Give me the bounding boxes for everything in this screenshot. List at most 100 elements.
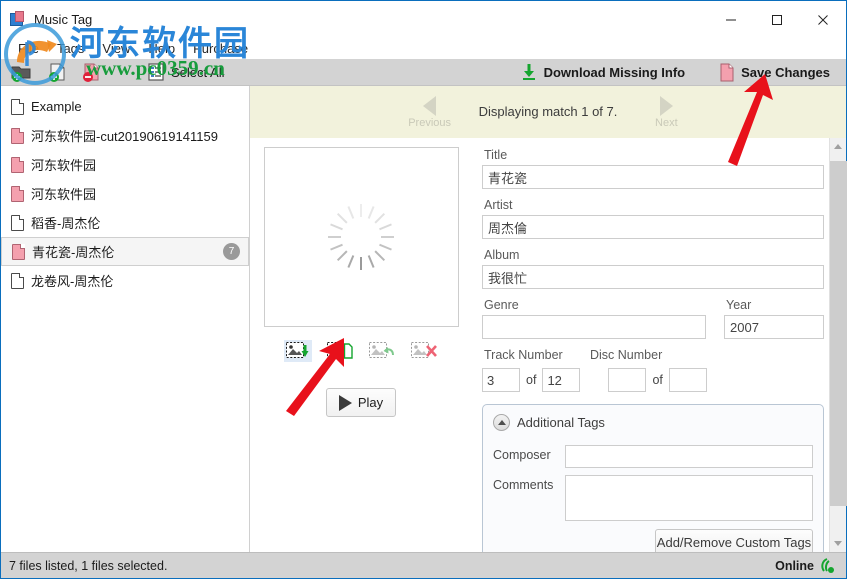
year-input[interactable] <box>724 315 824 339</box>
scrollbar-track[interactable] <box>829 155 847 535</box>
save-art-to-file-button[interactable] <box>326 340 354 362</box>
select-all-label: Select All <box>171 64 225 80</box>
number-inputs-row: of of <box>482 368 824 392</box>
add-file-icon <box>49 63 65 82</box>
toolbar: Select All Download Missing Info Save Ch… <box>1 59 846 86</box>
menu-purchase[interactable]: Purchase <box>184 38 257 59</box>
download-missing-info-button[interactable]: Download Missing Info <box>518 60 688 84</box>
play-icon <box>338 394 352 411</box>
list-item-label: 河东软件园 <box>31 187 97 202</box>
album-art-column: Play <box>250 138 472 552</box>
previous-match-button[interactable]: Previous <box>393 95 467 129</box>
album-label: Album <box>484 248 520 262</box>
disc-number-label: Disc Number <box>590 348 663 362</box>
composer-row: Composer <box>493 445 813 468</box>
details-pane: Previous Displaying match 1 of 7. Next P… <box>250 86 847 552</box>
remove-file-button[interactable] <box>79 60 103 84</box>
comments-row: Comments <box>493 475 813 521</box>
album-art-box[interactable] <box>263 147 459 327</box>
list-item-label: 稻香-周杰伦 <box>31 216 101 231</box>
list-item[interactable]: 稻香-周杰伦 <box>1 208 249 237</box>
chevron-up-icon[interactable] <box>493 414 510 431</box>
delete-art-button[interactable] <box>410 340 438 362</box>
close-button[interactable] <box>800 1 846 38</box>
minimize-icon <box>726 19 736 20</box>
menu-help[interactable]: Help <box>139 38 184 59</box>
composer-label: Composer <box>493 448 551 462</box>
composer-input[interactable] <box>565 445 813 468</box>
next-match-button[interactable]: Next <box>629 95 703 129</box>
minimize-button[interactable] <box>708 1 754 38</box>
signal-online-icon <box>821 557 834 573</box>
detail-content: Play Title Artist Album <box>250 138 847 552</box>
artist-input[interactable] <box>482 215 824 239</box>
menu-tags[interactable]: Tags <box>48 38 93 59</box>
menu-file[interactable]: File <box>9 38 48 59</box>
music-tag-window: Music Tag File Tags View Help Purchase S… <box>0 0 847 579</box>
add-folder-button[interactable] <box>9 60 35 84</box>
album-field-group: Album <box>482 248 824 289</box>
file-icon-modified <box>11 127 24 144</box>
download-art-button[interactable] <box>284 340 312 362</box>
add-remove-custom-tags-button[interactable]: Add/Remove Custom Tags <box>655 529 813 552</box>
list-item-selected[interactable]: 青花瓷-周杰伦 7 <box>1 237 249 266</box>
artist-label: Artist <box>484 198 513 212</box>
list-item[interactable]: Example <box>1 92 249 121</box>
list-item[interactable]: 河东软件园 <box>1 150 249 179</box>
save-changes-label: Save Changes <box>741 64 830 80</box>
title-input[interactable] <box>482 165 824 189</box>
scroll-down-button[interactable] <box>830 535 847 552</box>
play-label: Play <box>357 395 384 410</box>
track-number-input[interactable] <box>482 368 520 392</box>
track-of-label: of <box>526 373 537 387</box>
vertical-scrollbar[interactable] <box>829 138 847 552</box>
genre-field-group: Genre <box>482 298 706 339</box>
artist-field-group: Artist <box>482 198 824 239</box>
track-total-input[interactable] <box>542 368 581 392</box>
genre-input[interactable] <box>482 315 706 339</box>
file-list[interactable]: Example 河东软件园-cut20190619141159 河东软件园 河东… <box>1 86 250 552</box>
additional-tags-title: Additional Tags <box>517 415 605 430</box>
maximize-button[interactable] <box>754 1 800 38</box>
window-title: Music Tag <box>34 12 93 27</box>
remove-file-icon <box>83 63 99 82</box>
previous-arrow-icon <box>423 95 437 116</box>
loading-spinner-icon <box>328 204 394 270</box>
save-changes-button[interactable]: Save Changes <box>717 60 832 84</box>
disc-total-input[interactable] <box>668 368 707 392</box>
additional-tags-header[interactable]: Additional Tags <box>493 414 813 431</box>
online-label: Online <box>775 558 814 573</box>
scrollbar-thumb[interactable] <box>829 161 847 506</box>
title-field-group: Title <box>482 148 824 189</box>
play-button[interactable]: Play <box>326 388 396 417</box>
image-download-icon <box>286 342 309 358</box>
list-item[interactable]: 龙卷风-周杰伦 <box>1 266 249 295</box>
list-item-label: 青花瓷-周杰伦 <box>32 245 115 260</box>
genre-year-row: Genre Year <box>482 298 824 339</box>
chevron-down-icon <box>834 541 842 546</box>
list-item-label: 龙卷风-周杰伦 <box>31 274 114 289</box>
file-icon-modified <box>11 156 24 173</box>
list-item[interactable]: 河东软件园-cut20190619141159 <box>1 121 249 150</box>
next-arrow-icon <box>659 95 673 116</box>
comments-textarea[interactable] <box>565 475 813 521</box>
list-item[interactable]: 河东软件园 <box>1 179 249 208</box>
revert-art-button[interactable] <box>368 340 396 362</box>
additional-tags-panel: Additional Tags Composer Comments Add/Re… <box>482 404 824 552</box>
match-navigation-banner: Previous Displaying match 1 of 7. Next <box>250 86 846 138</box>
file-icon-modified <box>11 185 24 202</box>
image-save-icon <box>327 342 353 359</box>
file-icon <box>11 98 24 115</box>
menu-bar: File Tags View Help Purchase <box>1 38 846 59</box>
select-all-button[interactable]: Select All <box>145 60 226 84</box>
disc-number-input[interactable] <box>608 368 647 392</box>
scroll-up-button[interactable] <box>830 138 847 155</box>
file-icon-modified <box>12 243 25 260</box>
add-file-button[interactable] <box>45 60 69 84</box>
menu-view[interactable]: View <box>93 38 139 59</box>
music-tag-app-icon <box>10 10 28 29</box>
files-status-text: 7 files listed, 1 files selected. <box>9 558 168 573</box>
album-input[interactable] <box>482 265 824 289</box>
previous-label: Previous <box>408 116 452 129</box>
title-bar: Music Tag <box>1 1 846 38</box>
